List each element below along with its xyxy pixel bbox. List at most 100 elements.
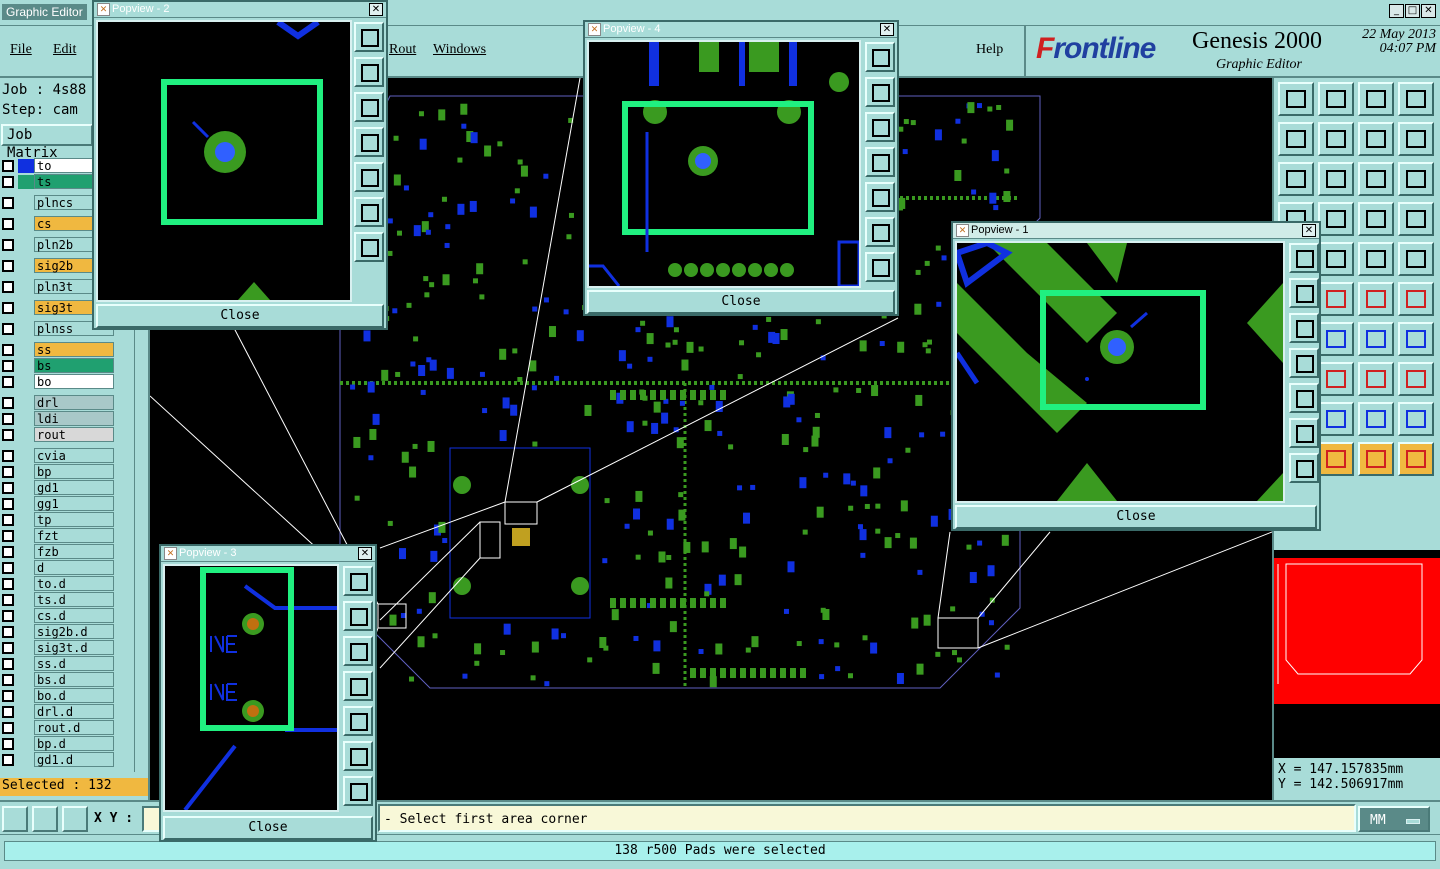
popview-tool-button-2[interactable] xyxy=(1289,313,1319,343)
layer-row-drl-d[interactable]: drl.d xyxy=(2,704,114,719)
tool-button-0-2[interactable] xyxy=(1358,82,1394,116)
layer-name[interactable]: bo xyxy=(34,374,114,389)
popview-tool-button-3[interactable] xyxy=(354,127,384,157)
layer-checkbox[interactable] xyxy=(2,322,14,335)
tool-button-1-1[interactable] xyxy=(1318,122,1354,156)
layer-name[interactable]: rout xyxy=(34,427,114,442)
popview-tool-button-0[interactable] xyxy=(865,42,895,72)
layer-row-bp[interactable]: bp xyxy=(2,464,114,479)
layer-row-bo-d[interactable]: bo.d xyxy=(2,688,114,703)
tool-button-7-1[interactable] xyxy=(1318,362,1354,396)
measure-button[interactable] xyxy=(32,806,58,832)
layer-row-fzt[interactable]: fzt xyxy=(2,528,114,543)
layer-name[interactable]: gd1.d xyxy=(34,752,114,767)
tool-button-2-1[interactable] xyxy=(1318,162,1354,196)
menu-edit[interactable]: Edit xyxy=(53,42,76,58)
tool-button-2-3[interactable] xyxy=(1398,162,1434,196)
tool-button-7-3[interactable] xyxy=(1398,362,1434,396)
layer-row-rout[interactable]: rout xyxy=(2,427,114,442)
tool-button-5-3[interactable] xyxy=(1398,282,1434,316)
tool-button-4-3[interactable] xyxy=(1398,242,1434,276)
layer-name[interactable]: ldi xyxy=(34,411,114,426)
layer-row-bp-d[interactable]: bp.d xyxy=(2,736,114,751)
layer-checkbox[interactable] xyxy=(2,159,14,172)
tool-button-1-2[interactable] xyxy=(1358,122,1394,156)
layer-checkbox[interactable] xyxy=(2,593,14,606)
tool-button-6-3[interactable] xyxy=(1398,322,1434,356)
layer-row-drl[interactable]: drl xyxy=(2,395,114,410)
popview-1-window[interactable]: Popview - 1✕ Close xyxy=(951,221,1321,531)
popview-tool-button-4[interactable] xyxy=(354,162,384,192)
popview-1-close-icon[interactable]: ✕ xyxy=(1302,224,1316,237)
layer-row-gd1-d[interactable]: gd1.d xyxy=(2,752,114,767)
popview-tool-button-3[interactable] xyxy=(343,671,373,701)
layer-row-sig2b-d[interactable]: sig2b.d xyxy=(2,624,114,639)
layer-checkbox[interactable] xyxy=(2,428,14,441)
tool-button-7-2[interactable] xyxy=(1358,362,1394,396)
layer-checkbox[interactable] xyxy=(2,343,14,356)
layer-checkbox[interactable] xyxy=(2,577,14,590)
tool-button-8-3[interactable] xyxy=(1398,402,1434,436)
layer-row-d[interactable]: d xyxy=(2,560,114,575)
layer-checkbox[interactable] xyxy=(2,641,14,654)
tool-button-3-2[interactable] xyxy=(1358,202,1394,236)
layer-checkbox[interactable] xyxy=(2,737,14,750)
tool-button-6-1[interactable] xyxy=(1318,322,1354,356)
zoom-area-button[interactable] xyxy=(2,806,28,832)
layer-name[interactable]: bo.d xyxy=(34,688,114,703)
popview-4-view[interactable] xyxy=(587,40,861,288)
popview-tool-button-4[interactable] xyxy=(343,706,373,736)
minimize-button[interactable]: _ xyxy=(1389,4,1404,18)
layer-name[interactable]: drl.d xyxy=(34,704,114,719)
layer-checkbox[interactable] xyxy=(2,529,14,542)
tool-button-6-2[interactable] xyxy=(1358,322,1394,356)
layer-name[interactable]: bs.d xyxy=(34,672,114,687)
tool-button-3-3[interactable] xyxy=(1398,202,1434,236)
tool-button-5-2[interactable] xyxy=(1358,282,1394,316)
popview-tool-button-2[interactable] xyxy=(343,636,373,666)
layer-checkbox[interactable] xyxy=(2,625,14,638)
popview-tool-button-3[interactable] xyxy=(865,147,895,177)
layer-row-bo[interactable]: bo xyxy=(2,374,114,389)
layer-row-cvia[interactable]: cvia xyxy=(2,448,114,463)
layer-row-sig3t-d[interactable]: sig3t.d xyxy=(2,640,114,655)
layer-checkbox[interactable] xyxy=(2,396,14,409)
tool-button-3-1[interactable] xyxy=(1318,202,1354,236)
tool-button-0-0[interactable] xyxy=(1278,82,1314,116)
popview-2-titlebar[interactable]: Popview - 2✕ xyxy=(94,2,386,18)
popview-tool-button-6[interactable] xyxy=(354,232,384,262)
layer-name[interactable]: ts.d xyxy=(34,592,114,607)
popview-3-close-button[interactable]: Close xyxy=(163,816,373,840)
overview-map[interactable] xyxy=(1272,550,1440,758)
popview-2-window[interactable]: Popview - 2✕ Close xyxy=(92,0,388,330)
popview-3-close-icon[interactable]: ✕ xyxy=(358,547,372,560)
layer-checkbox[interactable] xyxy=(2,513,14,526)
popview-1-close-button[interactable]: Close xyxy=(955,505,1317,529)
layer-checkbox[interactable] xyxy=(2,497,14,510)
layer-checkbox[interactable] xyxy=(2,753,14,766)
layer-checkbox[interactable] xyxy=(2,175,14,188)
tool-button-4-1[interactable] xyxy=(1318,242,1354,276)
popview-tool-button-4[interactable] xyxy=(1289,383,1319,413)
layer-checkbox[interactable] xyxy=(2,375,14,388)
menu-windows[interactable]: Windows xyxy=(433,42,486,58)
layer-name[interactable]: ss.d xyxy=(34,656,114,671)
layer-row-bs[interactable]: bs xyxy=(2,358,114,373)
popview-tool-button-3[interactable] xyxy=(1289,348,1319,378)
popview-4-close-icon[interactable]: ✕ xyxy=(880,23,894,36)
layer-checkbox[interactable] xyxy=(2,301,14,314)
layer-checkbox[interactable] xyxy=(2,561,14,574)
layer-name[interactable]: bs xyxy=(34,358,114,373)
menu-file[interactable]: File xyxy=(10,42,32,58)
layer-checkbox[interactable] xyxy=(2,217,14,230)
popview-tool-button-1[interactable] xyxy=(865,77,895,107)
tool-button-0-3[interactable] xyxy=(1398,82,1434,116)
layer-row-ldi[interactable]: ldi xyxy=(2,411,114,426)
layer-row-ts-d[interactable]: ts.d xyxy=(2,592,114,607)
layer-checkbox[interactable] xyxy=(2,609,14,622)
popview-tool-button-1[interactable] xyxy=(354,57,384,87)
layer-row-ss-d[interactable]: ss.d xyxy=(2,656,114,671)
popview-tool-button-5[interactable] xyxy=(354,197,384,227)
layer-checkbox[interactable] xyxy=(2,465,14,478)
tool-button-5-1[interactable] xyxy=(1318,282,1354,316)
